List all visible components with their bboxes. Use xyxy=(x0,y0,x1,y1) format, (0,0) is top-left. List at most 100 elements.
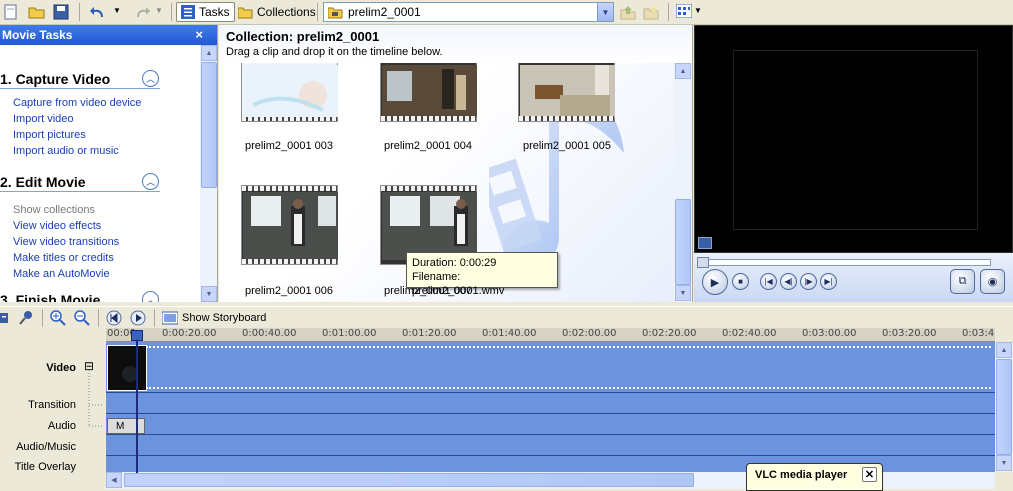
collapse-chevron-icon[interactable]: ︿ xyxy=(142,291,159,302)
zoom-out-icon[interactable] xyxy=(74,310,90,326)
show-storyboard-button[interactable]: Show Storyboard xyxy=(162,310,266,326)
section-title: 3. Finish Movie xyxy=(0,290,160,303)
scroll-down-icon[interactable]: ▼ xyxy=(996,455,1012,471)
previous-frame-icon[interactable]: ◀| xyxy=(780,273,797,290)
take-picture-icon[interactable]: ◉ xyxy=(980,269,1005,294)
track-name-audio-music: Audio/Music xyxy=(16,441,76,453)
clip-thumbnail[interactable] xyxy=(380,63,477,122)
tasks-button[interactable]: Tasks xyxy=(176,2,235,22)
scrollbar-thumb[interactable] xyxy=(124,473,694,487)
link-import-video[interactable]: Import video xyxy=(0,111,198,127)
movie-tasks-pane: Movie Tasks × 1. Capture Video ︿ Capture… xyxy=(0,25,218,302)
up-one-level-icon[interactable] xyxy=(620,4,636,20)
playhead[interactable] xyxy=(136,332,138,473)
close-icon[interactable]: ✕ xyxy=(862,467,877,482)
views-dropdown-icon[interactable]: ▼ xyxy=(694,6,702,15)
clip-thumbnail[interactable] xyxy=(518,63,615,122)
seek-bar[interactable] xyxy=(697,257,991,268)
scroll-down-icon[interactable]: ▼ xyxy=(201,286,217,302)
scroll-left-icon[interactable]: ◀ xyxy=(106,472,122,488)
link-show-collections[interactable]: Show collections xyxy=(0,202,198,218)
scrollbar-thumb[interactable] xyxy=(675,199,691,285)
film-strip xyxy=(381,186,476,191)
timeline-vertical-scrollbar[interactable]: ▲ ▼ xyxy=(995,342,1013,472)
new-collection-folder-icon[interactable] xyxy=(643,4,659,20)
video-lane[interactable] xyxy=(106,342,995,393)
ruler-tick: 0:02:20.00 xyxy=(642,328,697,339)
audio-music-lane[interactable] xyxy=(106,435,995,456)
rewind-timeline-icon[interactable] xyxy=(106,310,122,326)
clip-thumbnail[interactable] xyxy=(241,63,338,122)
views-icon[interactable] xyxy=(676,4,692,18)
track-headers: Video ⊟ Transition Audio Audio/Music Tit… xyxy=(0,328,106,491)
narrate-timeline-icon[interactable] xyxy=(18,310,34,326)
vlc-notification-title: VLC media player xyxy=(755,469,848,481)
timeline-tracks[interactable]: M xyxy=(106,342,995,472)
vlc-notification[interactable]: VLC media player ✕ xyxy=(746,463,883,491)
movie-maker-window: ▼ ▼ Tasks Collections prelim2_0001 ▼ ▼ M… xyxy=(0,0,1013,491)
stop-icon[interactable]: ■ xyxy=(732,273,749,290)
ruler-tick: 0:03:00.00 xyxy=(802,328,857,339)
new-project-icon[interactable] xyxy=(4,4,18,20)
playhead-handle[interactable] xyxy=(131,330,143,341)
zoom-in-icon[interactable] xyxy=(50,310,66,326)
ruler-tick: 0:03:40 xyxy=(962,328,995,339)
clip-thumbnail[interactable] xyxy=(241,185,338,265)
scroll-up-icon[interactable]: ▲ xyxy=(996,342,1012,358)
collection-select[interactable]: prelim2_0001 ▼ xyxy=(323,2,614,22)
toolbar-separator xyxy=(668,3,669,21)
link-video-transitions[interactable]: View video transitions xyxy=(0,234,198,250)
scrollbar-thumb[interactable] xyxy=(201,62,217,188)
save-project-icon[interactable] xyxy=(53,4,69,20)
link-automovie[interactable]: Make an AutoMovie xyxy=(0,266,198,282)
link-import-audio[interactable]: Import audio or music xyxy=(0,143,198,159)
forward-icon[interactable]: ▶| xyxy=(820,273,837,290)
video-track-placeholder xyxy=(146,346,991,389)
clip-tooltip: Duration: 0:00:29 Filename: prelim2_0001… xyxy=(406,252,558,297)
scrollbar-thumb[interactable] xyxy=(996,359,1012,455)
chevron-down-icon[interactable]: ▼ xyxy=(597,3,613,21)
link-capture-from-device[interactable]: Capture from video device xyxy=(0,95,198,111)
play-icon[interactable]: ▶ xyxy=(702,269,728,295)
video-preview-area xyxy=(694,25,1013,253)
collapse-chevron-icon[interactable]: ︿ xyxy=(142,70,159,87)
taskpane-scrollbar[interactable]: ▲ ▼ xyxy=(200,45,217,302)
collapse-chevron-icon[interactable]: ︿ xyxy=(142,173,159,190)
timeline-ruler[interactable]: 00:00 0:00:20.00 0:00:40.00 0:01:00.00 0… xyxy=(106,328,995,342)
video-clip[interactable] xyxy=(107,345,147,391)
collection-scrollbar[interactable]: ▲ ▼ xyxy=(674,63,692,302)
back-icon[interactable]: |◀ xyxy=(760,273,777,290)
undo-dropdown-icon[interactable]: ▼ xyxy=(113,6,121,15)
toolbar-separator xyxy=(98,309,99,327)
scroll-up-icon[interactable]: ▲ xyxy=(201,45,217,61)
set-audio-levels-icon[interactable] xyxy=(0,310,10,326)
link-titles-credits[interactable]: Make titles or credits xyxy=(0,250,198,266)
tasks-label: Tasks xyxy=(199,5,230,19)
timeline-toolbar: Show Storyboard xyxy=(0,306,1013,328)
undo-icon[interactable] xyxy=(89,4,107,20)
audio-lane[interactable] xyxy=(106,414,995,435)
track-name-transition: Transition xyxy=(28,399,76,411)
link-video-effects[interactable]: View video effects xyxy=(0,218,198,234)
audio-clip[interactable]: M xyxy=(107,418,145,434)
close-icon[interactable]: × xyxy=(195,27,203,42)
toolbar-separator xyxy=(317,3,318,21)
split-clip-icon[interactable]: ⧉ xyxy=(950,269,975,294)
split-screen-icon[interactable] xyxy=(698,237,712,249)
scroll-down-icon[interactable]: ▼ xyxy=(675,285,691,301)
clip-frame xyxy=(520,65,615,117)
transition-lane[interactable] xyxy=(106,393,995,414)
section-finish-movie: 3. Finish Movie ︿ xyxy=(0,290,198,302)
collection-header: Collection: prelim2_0001 Drag a clip and… xyxy=(219,25,692,63)
open-project-icon[interactable] xyxy=(28,4,46,20)
redo-dropdown-icon[interactable]: ▼ xyxy=(155,6,163,15)
seek-knob[interactable] xyxy=(697,257,709,268)
collection-instructions: Drag a clip and drop it on the timeline … xyxy=(226,46,443,58)
redo-icon[interactable] xyxy=(133,4,151,20)
film-strip xyxy=(242,186,337,191)
scroll-up-icon[interactable]: ▲ xyxy=(675,63,691,79)
next-frame-icon[interactable]: |▶ xyxy=(800,273,817,290)
collections-button[interactable]: Collections xyxy=(238,2,316,22)
link-import-pictures[interactable]: Import pictures xyxy=(0,127,198,143)
play-timeline-icon[interactable] xyxy=(130,310,146,326)
